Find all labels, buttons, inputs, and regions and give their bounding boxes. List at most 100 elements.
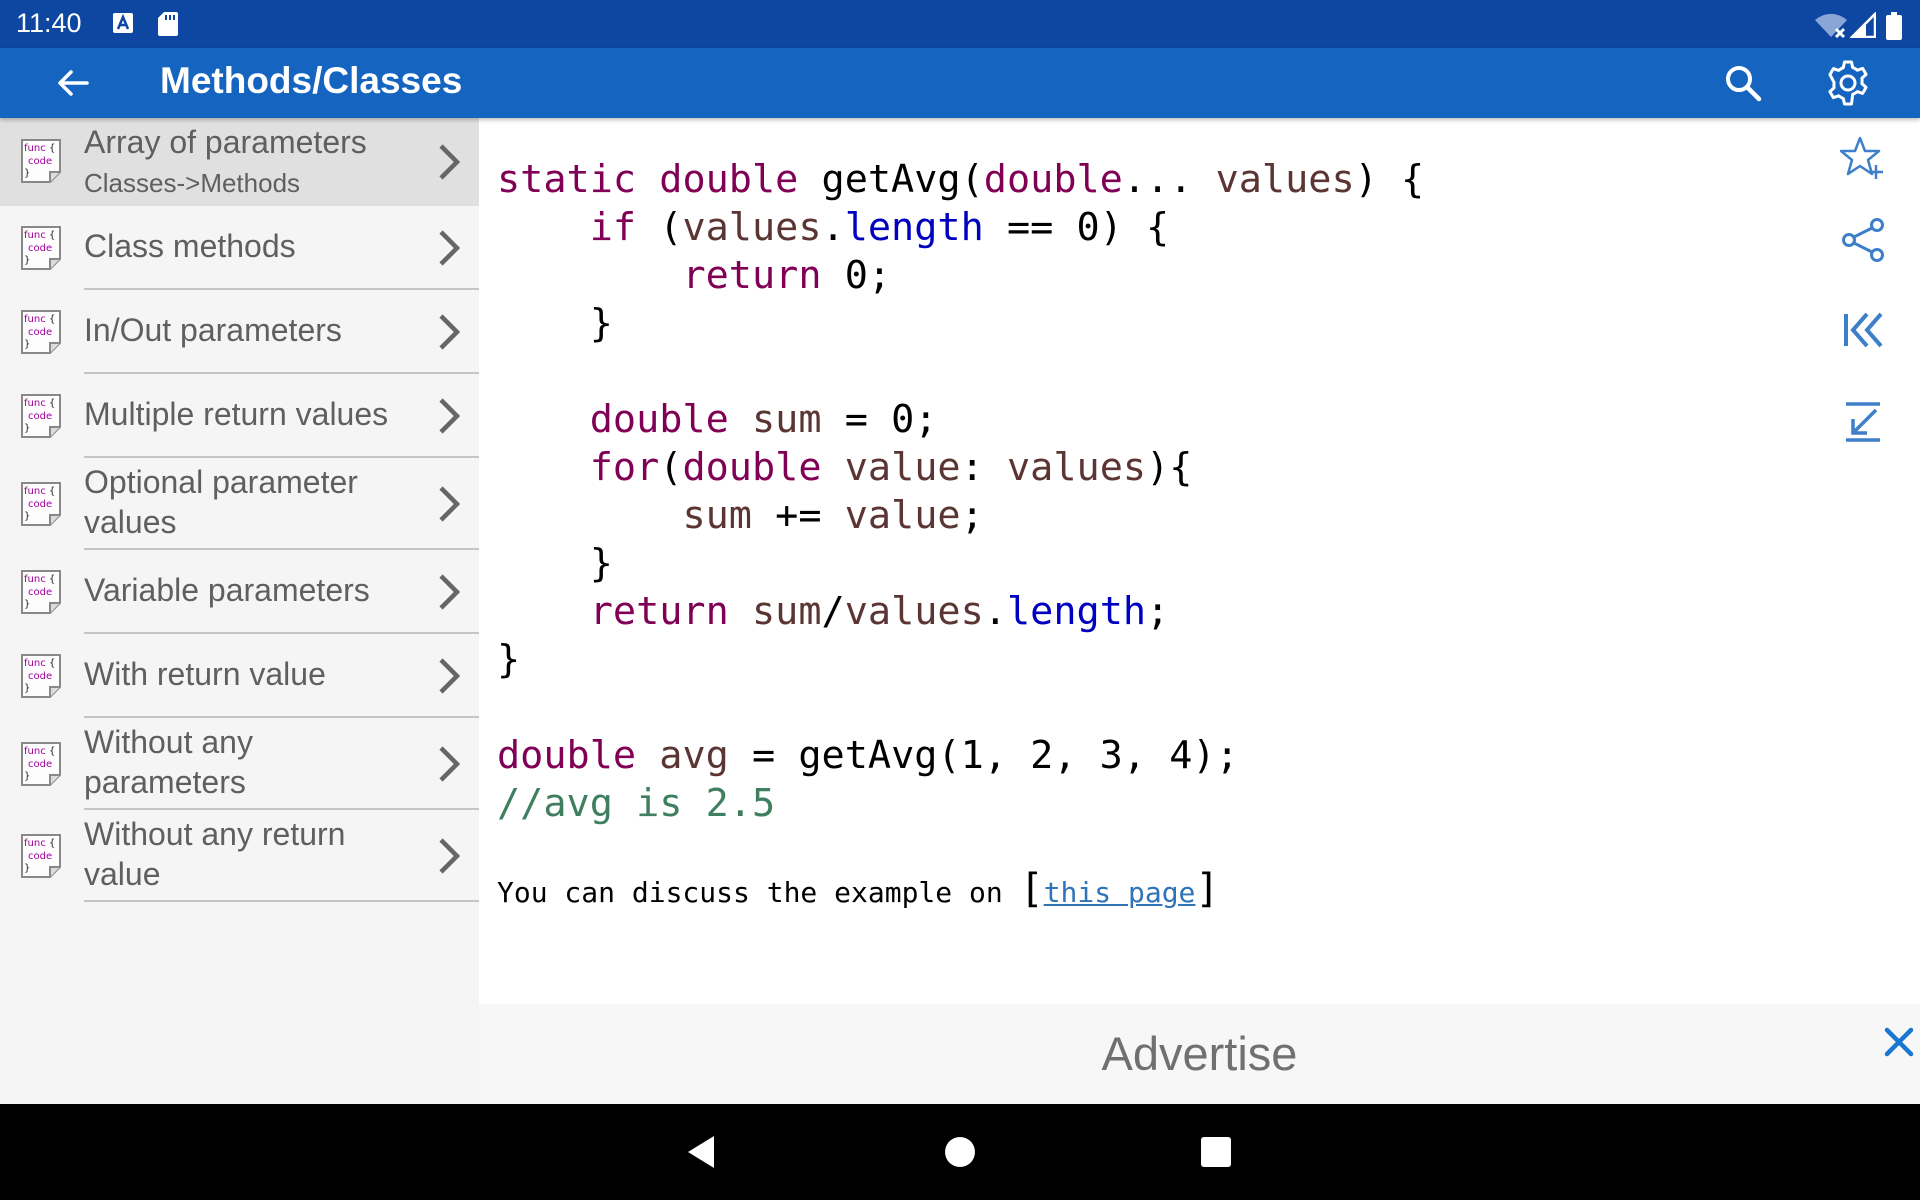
- page-title: Methods/Classes: [160, 60, 463, 101]
- search-icon[interactable]: [1718, 58, 1768, 108]
- chevron-right-icon: [439, 230, 461, 266]
- discuss-link[interactable]: this page: [1044, 876, 1196, 909]
- code-block: static double getAvg(double... values) {…: [497, 157, 1425, 826]
- svg-text:}: }: [24, 771, 30, 782]
- sidebar-item-variable-parameters[interactable]: func{ code} Variable parameters: [0, 550, 479, 634]
- chevron-right-icon: [439, 746, 461, 782]
- func-code-icon: func {code}: [21, 654, 61, 698]
- app-bar: Methods/Classes: [0, 48, 1920, 118]
- add-favorite-icon[interactable]: [1835, 130, 1891, 186]
- func-code-icon: func { code}: [21, 394, 61, 438]
- sidebar-item-label: In/Out parameters: [84, 312, 342, 348]
- svg-text:func: func: [24, 658, 46, 669]
- sd-card-icon: [158, 12, 178, 40]
- sidebar-item-array-of-parameters[interactable]: func{code} Array of parameters Classes->…: [0, 118, 479, 206]
- discuss-bracket-close: ]: [1195, 866, 1220, 912]
- code-content: static double getAvg(double... values) {…: [479, 118, 1920, 1004]
- ad-text: Advertise: [1101, 1027, 1298, 1080]
- discuss-line: You can discuss the example on [this pag…: [497, 866, 1220, 912]
- sidebar-item-label: Without any return value: [84, 816, 346, 892]
- discuss-bracket-open: [: [1019, 866, 1044, 912]
- svg-text:code: code: [28, 243, 52, 254]
- divider: [84, 900, 479, 902]
- sidebar-item-label: Multiple return values: [84, 396, 389, 432]
- sidebar-item-without-any-parameters[interactable]: func{ code} Without any parameters: [0, 718, 479, 810]
- discuss-text: You can discuss the example on: [497, 876, 1020, 909]
- sidebar-item-class-methods[interactable]: func{code} Class methods: [0, 206, 479, 290]
- nav-recents-icon[interactable]: [1196, 1132, 1236, 1172]
- sidebar-item-label: With return value: [84, 656, 326, 692]
- svg-text:code: code: [28, 411, 52, 422]
- svg-text:code: code: [28, 851, 52, 862]
- sidebar-item-subtitle: Classes->Methods: [84, 168, 301, 198]
- func-code-icon: func { code}: [21, 482, 61, 526]
- svg-text:func: func: [24, 314, 46, 325]
- sidebar-item-with-return-value[interactable]: func{code} With return value: [0, 634, 479, 718]
- nav-home-icon[interactable]: [940, 1132, 980, 1172]
- svg-text:{: {: [49, 574, 55, 585]
- accessibility-icon: [112, 12, 134, 38]
- sidebar-item-label: Array of parameters: [84, 124, 367, 160]
- func-code-icon: func { code}: [21, 310, 61, 354]
- svg-text:}: }: [24, 339, 30, 350]
- battery-icon: [1886, 12, 1902, 44]
- svg-text:}: }: [24, 511, 30, 522]
- chevron-right-icon: [439, 144, 461, 180]
- svg-text:code: code: [28, 587, 52, 598]
- svg-text:{: {: [49, 314, 55, 325]
- status-time: 11:40: [16, 8, 82, 38]
- status-bar: 11:40: [0, 0, 1920, 48]
- svg-text:{: {: [49, 398, 55, 409]
- func-code-icon: func { code}: [21, 570, 61, 614]
- chevron-right-icon: [439, 398, 461, 434]
- func-code-icon: func { code}: [21, 834, 61, 878]
- svg-text:func: func: [24, 398, 46, 409]
- svg-text:func: func: [24, 574, 46, 585]
- svg-text:func: func: [24, 746, 46, 757]
- svg-text:{: {: [49, 486, 55, 497]
- chevron-right-icon: [439, 314, 461, 350]
- system-nav-bar: [0, 1104, 1920, 1200]
- chevron-right-icon: [439, 838, 461, 874]
- svg-text:}: }: [24, 255, 30, 266]
- back-arrow-icon[interactable]: [48, 58, 98, 108]
- sidebar-item-in-out-parameters[interactable]: func{ code} In/Out parameters: [0, 290, 479, 374]
- sidebar-item-optional-parameter-values[interactable]: func{ code} Optional parameter values: [0, 458, 479, 550]
- svg-text:{: {: [49, 230, 55, 241]
- func-code-icon: func {code}: [21, 139, 61, 183]
- signal-icon: [1848, 10, 1877, 42]
- gear-icon[interactable]: [1823, 58, 1873, 108]
- sidebar-item-label: Without any parameters: [84, 724, 253, 800]
- svg-text:{: {: [49, 746, 55, 757]
- sidebar-item-without-any-return-value[interactable]: func{ code} Without any return value: [0, 810, 479, 902]
- chevron-right-icon: [439, 574, 461, 610]
- svg-text:code: code: [28, 327, 52, 338]
- svg-text:code: code: [28, 671, 52, 682]
- jump-to-icon[interactable]: [1835, 394, 1891, 450]
- svg-text:func: func: [24, 838, 46, 849]
- svg-text:}: }: [24, 863, 30, 874]
- svg-text:{: {: [49, 838, 55, 849]
- close-icon[interactable]: [1881, 1024, 1917, 1060]
- sidebar-item-multiple-return-values[interactable]: func{ code} Multiple return values: [0, 374, 479, 458]
- svg-text:code: code: [28, 759, 52, 770]
- jump-first-icon[interactable]: [1835, 302, 1891, 358]
- svg-text:}: }: [24, 423, 30, 434]
- wifi-icon: [1814, 12, 1848, 42]
- sidebar: func{code} Array of parameters Classes->…: [0, 118, 479, 1104]
- func-code-icon: func { code}: [21, 742, 61, 786]
- svg-text:code: code: [28, 156, 52, 167]
- nav-back-icon[interactable]: [682, 1132, 722, 1172]
- chevron-right-icon: [439, 658, 461, 694]
- svg-text:}: }: [24, 599, 30, 610]
- svg-text:code: code: [28, 499, 52, 510]
- func-code-icon: func {code}: [21, 226, 61, 270]
- svg-text:func: func: [24, 143, 46, 154]
- svg-text:}: }: [24, 168, 30, 179]
- sidebar-item-label: Variable parameters: [84, 572, 370, 608]
- share-icon[interactable]: [1835, 212, 1891, 268]
- svg-text:}: }: [24, 683, 30, 694]
- svg-text:func: func: [24, 486, 46, 497]
- ad-banner: Advertise: [479, 1004, 1920, 1104]
- sidebar-item-label: Optional parameter values: [84, 464, 358, 540]
